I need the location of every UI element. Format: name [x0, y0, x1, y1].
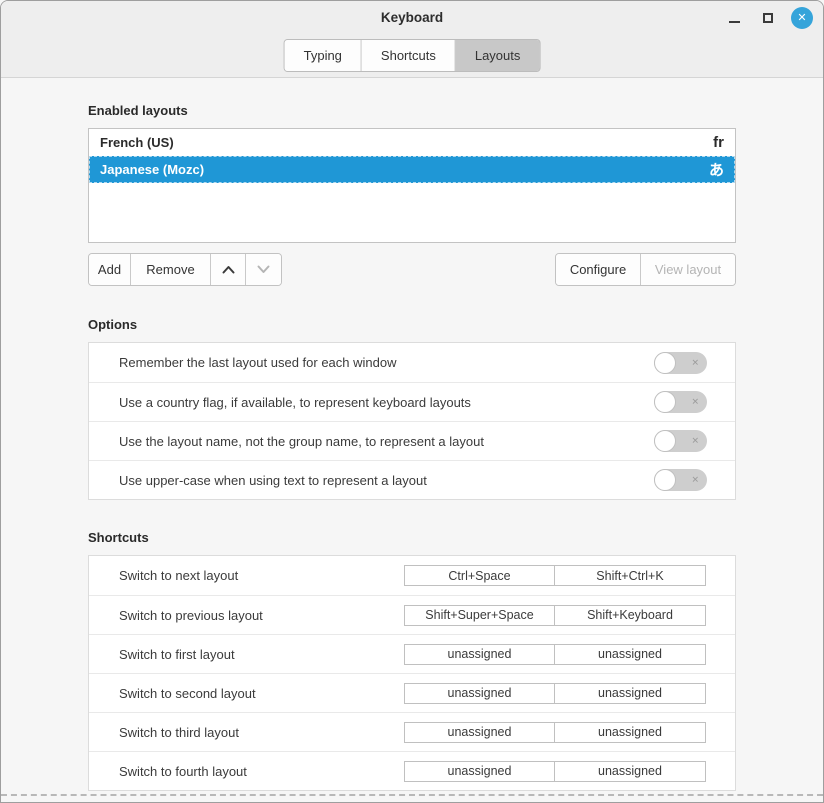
keybinding-cell-1[interactable]: unassigned — [405, 684, 555, 703]
minimize-button[interactable] — [723, 7, 745, 29]
add-layout-button[interactable]: Add — [89, 254, 131, 285]
toggle-upper-case[interactable]: ✕ — [654, 469, 707, 491]
option-label: Use the layout name, not the group name,… — [119, 434, 654, 449]
keybinding-cell-1[interactable]: unassigned — [405, 762, 555, 781]
shortcuts-panel: Switch to next layout Ctrl+Space Shift+C… — [88, 555, 736, 791]
toggle-knob — [654, 352, 676, 374]
maximize-icon — [763, 13, 773, 23]
close-icon: ✕ — [797, 13, 806, 24]
chevron-up-icon — [222, 265, 235, 274]
bottom-edge-divider — [1, 794, 823, 796]
close-button[interactable]: ✕ — [791, 7, 813, 29]
view-layout-button[interactable]: View layout — [641, 254, 735, 285]
toggle-knob — [654, 469, 676, 491]
option-row-remember-layout: Remember the last layout used for each w… — [89, 343, 735, 382]
toggle-country-flag[interactable]: ✕ — [654, 391, 707, 413]
option-label: Remember the last layout used for each w… — [119, 355, 654, 370]
toggle-off-icon: ✕ — [691, 398, 699, 407]
tab-shortcuts[interactable]: Shortcuts — [362, 40, 456, 71]
shortcut-row-second-layout: Switch to second layout unassigned unass… — [89, 673, 735, 712]
option-row-country-flag: Use a country flag, if available, to rep… — [89, 382, 735, 421]
keybinding-cell-1[interactable]: Ctrl+Space — [405, 566, 555, 585]
keybinding-group: unassigned unassigned — [404, 761, 706, 782]
remove-button-label: Remove — [146, 262, 194, 277]
shortcut-label: Switch to previous layout — [119, 608, 404, 623]
toggle-off-icon: ✕ — [691, 476, 699, 485]
chevron-down-icon — [257, 265, 270, 274]
layout-actions-row: Add Remove Configure View layout — [88, 253, 736, 286]
option-label: Use a country flag, if available, to rep… — [119, 395, 654, 410]
toggle-knob — [654, 391, 676, 413]
keyboard-settings-window: Keyboard ✕ Typing Shortcuts Lay — [0, 0, 824, 803]
keybinding-group: Shift+Super+Space Shift+Keyboard — [404, 605, 706, 626]
option-row-upper-case: Use upper-case when using text to repres… — [89, 460, 735, 499]
list-edit-button-group: Add Remove — [88, 253, 282, 286]
shortcut-row-fourth-layout: Switch to fourth layout unassigned unass… — [89, 751, 735, 790]
configure-button-label: Configure — [570, 262, 626, 277]
option-row-layout-name: Use the layout name, not the group name,… — [89, 421, 735, 460]
titlebar: Keyboard ✕ — [1, 1, 823, 35]
enabled-layouts-list: French (US) fr Japanese (Mozc) あ — [88, 128, 736, 243]
tab-layouts-label: Layouts — [475, 48, 521, 63]
layout-name: Japanese (Mozc) — [100, 162, 709, 177]
list-item-french-us[interactable]: French (US) fr — [89, 129, 735, 156]
layout-name: French (US) — [100, 135, 713, 150]
keybinding-group: unassigned unassigned — [404, 722, 706, 743]
keybinding-cell-2[interactable]: unassigned — [555, 762, 705, 781]
options-heading: Options — [88, 317, 823, 332]
shortcut-label: Switch to first layout — [119, 647, 404, 662]
shortcut-row-third-layout: Switch to third layout unassigned unassi… — [89, 712, 735, 751]
list-item-japanese-mozc[interactable]: Japanese (Mozc) あ — [89, 156, 735, 183]
toggle-off-icon: ✕ — [691, 358, 699, 367]
shortcut-label: Switch to fourth layout — [119, 764, 404, 779]
shortcut-label: Switch to second layout — [119, 686, 404, 701]
layout-indicator-icon: あ — [709, 159, 724, 180]
shortcut-label: Switch to next layout — [119, 568, 404, 583]
keybinding-cell-2[interactable]: Shift+Ctrl+K — [555, 566, 705, 585]
shortcut-row-next-layout: Switch to next layout Ctrl+Space Shift+C… — [89, 556, 735, 595]
option-label: Use upper-case when using text to repres… — [119, 473, 654, 488]
keybinding-cell-2[interactable]: unassigned — [555, 645, 705, 664]
toggle-off-icon: ✕ — [691, 437, 699, 446]
window-controls: ✕ — [723, 1, 813, 35]
minimize-icon — [729, 21, 740, 23]
shortcut-label: Switch to third layout — [119, 725, 404, 740]
configure-button[interactable]: Configure — [556, 254, 641, 285]
options-panel: Remember the last layout used for each w… — [88, 342, 736, 500]
layouts-page: Enabled layouts French (US) fr Japanese … — [1, 78, 823, 791]
enabled-layouts-heading: Enabled layouts — [88, 78, 823, 118]
keybinding-group: unassigned unassigned — [404, 644, 706, 665]
keybinding-group: unassigned unassigned — [404, 683, 706, 704]
tab-layouts[interactable]: Layouts — [456, 40, 540, 71]
shortcuts-heading: Shortcuts — [88, 530, 823, 545]
tab-group: Typing Shortcuts Layouts — [284, 39, 541, 72]
layout-indicator-icon: fr — [713, 134, 724, 151]
toggle-knob — [654, 430, 676, 452]
view-layout-button-label: View layout — [655, 262, 721, 277]
layout-tools-button-group: Configure View layout — [555, 253, 736, 286]
keybinding-cell-2[interactable]: Shift+Keyboard — [555, 606, 705, 625]
maximize-button[interactable] — [757, 7, 779, 29]
keybinding-cell-1[interactable]: unassigned — [405, 645, 555, 664]
move-up-button[interactable] — [211, 254, 246, 285]
keybinding-cell-1[interactable]: unassigned — [405, 723, 555, 742]
toggle-layout-name[interactable]: ✕ — [654, 430, 707, 452]
toggle-remember-layout[interactable]: ✕ — [654, 352, 707, 374]
tab-typing[interactable]: Typing — [285, 40, 362, 71]
shortcut-row-first-layout: Switch to first layout unassigned unassi… — [89, 634, 735, 673]
window-title: Keyboard — [1, 10, 823, 25]
tab-typing-label: Typing — [304, 48, 342, 63]
move-down-button[interactable] — [246, 254, 281, 285]
keybinding-cell-2[interactable]: unassigned — [555, 684, 705, 703]
keybinding-cell-1[interactable]: Shift+Super+Space — [405, 606, 555, 625]
shortcut-row-previous-layout: Switch to previous layout Shift+Super+Sp… — [89, 595, 735, 634]
remove-layout-button[interactable]: Remove — [131, 254, 211, 285]
keybinding-group: Ctrl+Space Shift+Ctrl+K — [404, 565, 706, 586]
add-button-label: Add — [98, 262, 121, 277]
tab-shortcuts-label: Shortcuts — [381, 48, 436, 63]
keybinding-cell-2[interactable]: unassigned — [555, 723, 705, 742]
header-bar: Keyboard ✕ Typing Shortcuts Lay — [1, 1, 823, 78]
